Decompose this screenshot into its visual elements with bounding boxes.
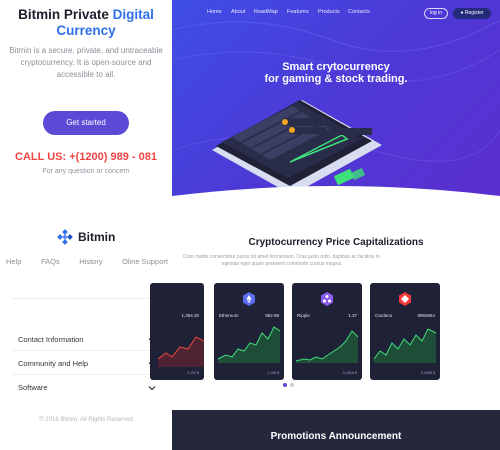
card-footer: 1,156 $ [219, 371, 279, 375]
price-sparkline [373, 328, 437, 363]
copyright: © 2018 Bitmin. All Rights Reserved [39, 417, 133, 423]
section-description: Cras mattis consectetur purus sit amet f… [183, 254, 381, 267]
nav-products[interactable]: Products [318, 9, 340, 15]
crypto-card[interactable]: 1,354.30 2,152 $ [150, 283, 204, 380]
cardano-icon [399, 292, 411, 306]
coin-name: Ripple [297, 313, 310, 318]
promo-title: Promotions Announcement [270, 431, 402, 442]
accordion-software[interactable]: Software [18, 383, 156, 392]
brand-logo[interactable]: Bitmin [56, 228, 115, 246]
card-footer: 0,0456 $ [375, 371, 435, 375]
nav-about[interactable]: About [231, 9, 245, 15]
card-footer-value: 2,152 $ [187, 371, 199, 375]
footer-links: Help FAQs History Oline Support [6, 257, 168, 266]
carousel-dot-active[interactable] [283, 383, 287, 387]
link-faqs[interactable]: FAQs [41, 257, 60, 266]
accordion-contact[interactable]: Contact Information [18, 335, 156, 344]
card-footer: 2,152 $ [155, 371, 199, 375]
card-footer-value: 0,0456 $ [421, 371, 435, 375]
brand-name: Bitmin [78, 230, 116, 244]
bitmin-logo-icon [57, 229, 73, 245]
price-sparkline [217, 326, 281, 363]
nav-contacts[interactable]: Contacts [348, 9, 370, 15]
ripple-icon [321, 292, 333, 306]
chevron-down-icon [148, 385, 156, 390]
hero-wave [172, 186, 500, 212]
coin-price: 8955864 [417, 313, 435, 318]
get-started-button[interactable]: Get started [43, 111, 129, 135]
nav-home[interactable]: Home [207, 9, 222, 15]
hero-line-2: for gaming & stock trading. [264, 73, 408, 85]
link-help[interactable]: Help [6, 257, 21, 266]
card-footer: 0,1516 $ [297, 371, 357, 375]
phone-mockup [212, 100, 382, 195]
call-us-phone[interactable]: CALL US: +(1200) 989 - 081 [8, 151, 164, 163]
card-footer-value: 1,156 $ [267, 371, 279, 375]
coin-name: Cardano [375, 313, 393, 318]
crypto-card[interactable]: Ethereum 982.99 1,156 $ [214, 283, 284, 380]
link-online-support[interactable]: Oline Support [122, 257, 168, 266]
coin-price: 1,354.30 [181, 313, 199, 318]
register-button[interactable]: ● Register [453, 8, 491, 19]
divider [12, 298, 160, 299]
carousel-dot[interactable] [290, 383, 294, 387]
section-title: Cryptocurrency Price Capitalizations [248, 237, 424, 248]
coin-name: Ethereum [219, 313, 239, 318]
ethereum-icon [243, 292, 255, 306]
divider [12, 350, 160, 351]
title-main: Bitmin Private [18, 7, 109, 22]
accordion-label: Contact Information [18, 335, 84, 344]
login-button[interactable]: log in [424, 8, 448, 19]
price-sparkline [295, 330, 359, 363]
left-panel: Bitmin Private Digital Currency Bitmin i… [0, 0, 172, 450]
coin-price: 1.37 [348, 313, 357, 318]
hero-headline: Smart crytocurrency for gaming & stock t… [172, 61, 500, 85]
hero-banner [172, 0, 500, 196]
hero-illustration [172, 19, 500, 195]
promo-section [172, 410, 500, 450]
link-history[interactable]: History [79, 257, 102, 266]
nav-roadmap[interactable]: RoadMap [254, 9, 278, 15]
accordion-community[interactable]: Community and Help [18, 359, 156, 368]
crypto-card[interactable]: Cardano 8955864 0,0456 $ [370, 283, 440, 380]
nav-features[interactable]: Features [287, 9, 309, 15]
register-label: Register [464, 10, 484, 16]
accordion-label: Software [18, 383, 48, 392]
call-us-subtext: For any question or concern [42, 168, 130, 175]
price-sparkline [157, 336, 204, 367]
person-icon: ● [460, 10, 464, 16]
crypto-card[interactable]: Ripple 1.37 0,1516 $ [292, 283, 362, 380]
page-title: Bitmin Private Digital Currency [8, 7, 164, 39]
accordion-label: Community and Help [18, 359, 89, 368]
hero-line-1: Smart crytocurrency [282, 61, 390, 73]
divider [12, 374, 160, 375]
coin-price: 982.99 [265, 313, 279, 318]
intro-text: Bitmin is a secure, private, and untrace… [9, 46, 163, 79]
card-footer-value: 0,1516 $ [343, 371, 357, 375]
